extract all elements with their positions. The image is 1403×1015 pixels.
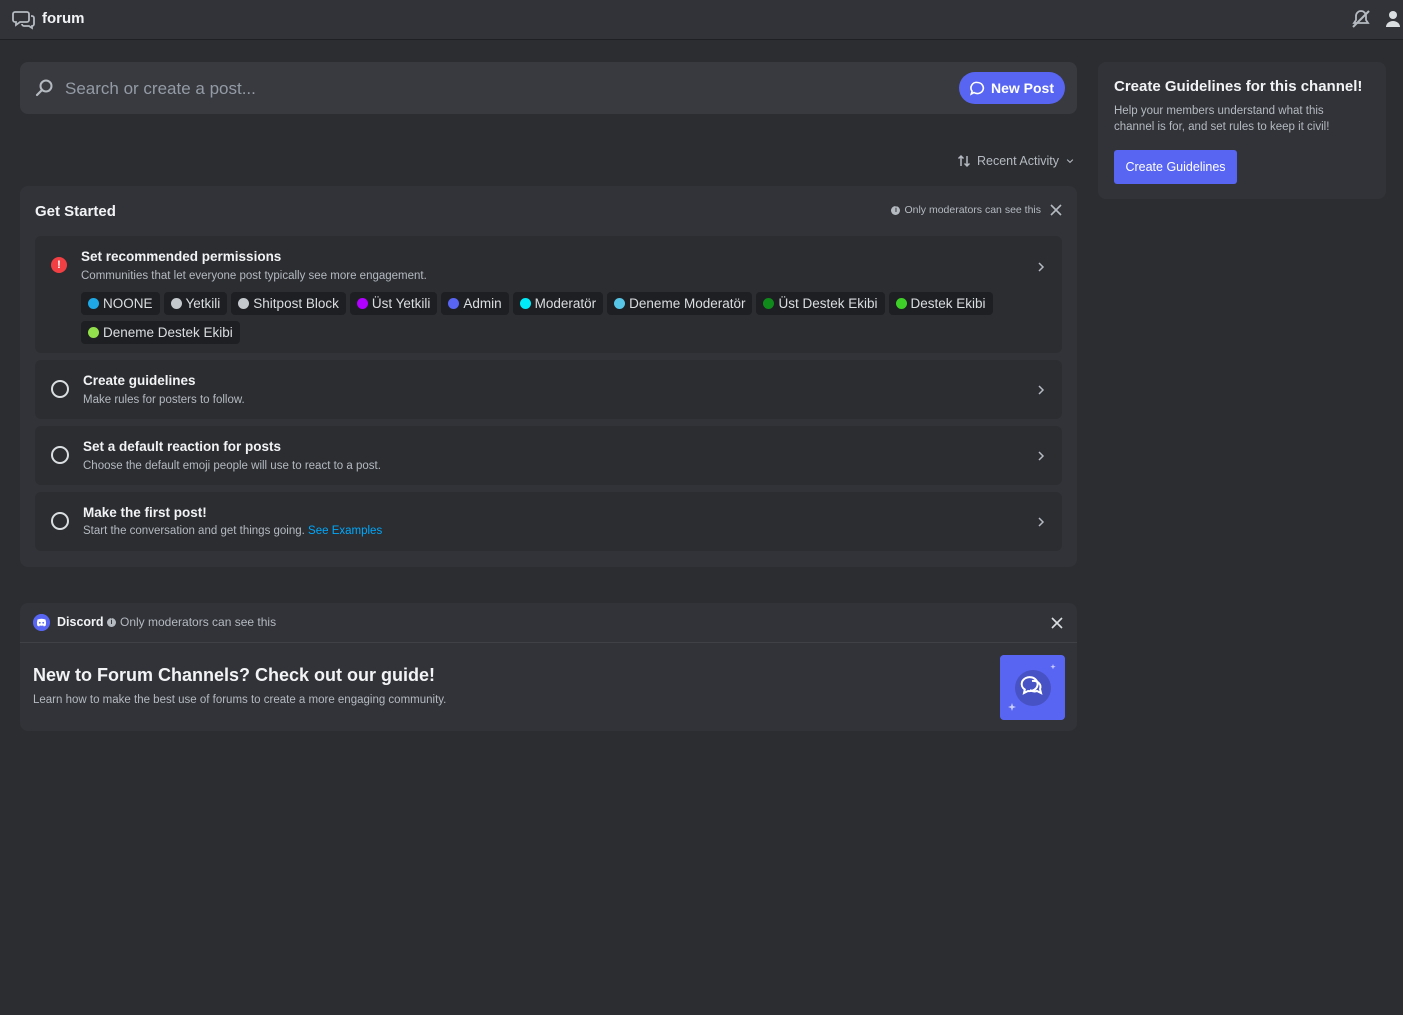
forum-chat-illustration-icon[interactable] [1000, 655, 1065, 720]
role-chip: Üst Destek Ekibi [756, 292, 885, 315]
info-icon: i [107, 617, 116, 627]
role-chip: Shitpost Block [231, 292, 346, 315]
role-color-dot [170, 298, 182, 309]
create-guidelines-button[interactable]: Create Guidelines [1114, 150, 1237, 184]
role-chip: Üst Yetkili [349, 292, 438, 315]
role-color-dot [88, 327, 99, 338]
discord-logo-icon [33, 614, 50, 631]
task-set-permissions[interactable]: ! Set recommended permissions Communitie… [35, 236, 1062, 353]
info-icon: i [891, 205, 901, 215]
role-name: Moderatör [534, 296, 597, 311]
task-title: Set recommended permissions [81, 249, 282, 264]
members-icon[interactable] [1385, 8, 1403, 30]
sort-arrows-icon [957, 154, 971, 168]
search-post-input[interactable]: Search or create a post... [20, 62, 1077, 114]
mute-notifications-icon[interactable] [1350, 8, 1372, 30]
close-icon[interactable] [1049, 203, 1063, 217]
role-chip: Destek Ekibi [888, 292, 993, 315]
chevron-down-icon [1066, 159, 1074, 164]
moderator-only-note: i Only moderators can see this [891, 204, 1041, 216]
new-post-button[interactable]: New Post [959, 72, 1065, 104]
role-color-dot [88, 298, 99, 309]
task-description: Choose the default emoji people will use… [83, 460, 381, 472]
role-chip: Moderatör [512, 292, 604, 315]
search-placeholder: Search or create a post... [65, 79, 256, 98]
role-chip: Deneme Moderatör [607, 292, 753, 315]
role-name: Shitpost Block [253, 296, 339, 311]
role-name: NOONE [103, 296, 153, 311]
role-color-dot [763, 298, 775, 309]
get-started-panel: Get Started i Only moderators can see th… [20, 186, 1077, 567]
task-create-guidelines[interactable]: Create guidelines Make rules for posters… [35, 360, 1062, 419]
task-title: Set a default reaction for posts [83, 439, 282, 454]
discord-brand-label: Discord [57, 615, 104, 629]
role-name: Deneme Destek Ekibi [103, 325, 233, 340]
see-examples-link[interactable]: See Examples [308, 525, 382, 537]
task-first-post[interactable]: Make the first post! Start the conversat… [35, 492, 1062, 551]
role-color-dot [356, 298, 368, 309]
role-name: Destek Ekibi [910, 296, 986, 311]
role-name: Admin [463, 296, 502, 311]
role-color-dot [448, 298, 460, 309]
sort-label: Recent Activity [977, 154, 1059, 168]
role-list: NOONE Yetkili Shitpost Block Üst Yetkili Adm… [81, 292, 1021, 344]
chevron-right-icon [1038, 451, 1045, 461]
task-title: Create guidelines [83, 373, 196, 388]
role-name: Üst Yetkili [371, 296, 431, 311]
create-guidelines-card: Create Guidelines for this channel! Help… [1098, 62, 1386, 199]
role-color-dot [238, 298, 250, 309]
chevron-right-icon [1038, 262, 1045, 272]
incomplete-circle-icon [51, 446, 69, 464]
moderator-only-note: i Only moderators can see this [107, 615, 276, 629]
forum-channel-icon [12, 11, 35, 30]
chat-bubble-icon [969, 81, 985, 96]
channel-title: forum [42, 10, 85, 27]
channel-header: forum [0, 0, 1403, 40]
moderator-only-label: Only moderators can see this [120, 615, 277, 629]
incomplete-circle-icon [51, 380, 69, 398]
get-started-title: Get Started [35, 203, 116, 220]
sort-dropdown[interactable]: Recent Activity [957, 152, 1075, 170]
role-color-dot [519, 298, 531, 309]
task-default-reaction[interactable]: Set a default reaction for posts Choose … [35, 426, 1062, 485]
role-color-dot [895, 298, 907, 309]
role-name: Yetkili [185, 296, 221, 311]
chevron-right-icon [1038, 385, 1045, 395]
moderator-only-label: Only moderators can see this [904, 204, 1041, 216]
guidelines-card-title: Create Guidelines for this channel! [1114, 78, 1363, 95]
task-title: Make the first post! [83, 505, 207, 520]
warning-icon: ! [51, 257, 67, 273]
search-icon [35, 79, 53, 97]
guide-title: New to Forum Channels? Check out our gui… [33, 665, 436, 685]
role-chip: Yetkili [163, 292, 228, 315]
incomplete-circle-icon [51, 512, 69, 530]
close-icon[interactable] [1050, 616, 1064, 630]
role-name: Üst Destek Ekibi [778, 296, 878, 311]
guide-description: Learn how to make the best use of forums… [33, 694, 447, 706]
role-color-dot [614, 298, 626, 309]
guidelines-card-description: Help your members understand what this c… [1114, 105, 1330, 133]
role-name: Deneme Moderatör [629, 296, 746, 311]
task-description: Communities that let everyone post typic… [81, 270, 427, 282]
forum-guide-card: Discord i Only moderators can see this N… [20, 603, 1077, 731]
guide-card-header: Discord i Only moderators can see this [20, 603, 1077, 643]
task-description: Start the conversation and get things go… [83, 525, 382, 537]
chevron-right-icon [1038, 517, 1045, 527]
role-chip: NOONE [81, 292, 160, 315]
new-post-label: New Post [990, 80, 1054, 96]
role-chip: Admin [441, 292, 509, 315]
task-description: Make rules for posters to follow. [83, 394, 245, 406]
task-description-text: Start the conversation and get things go… [83, 525, 305, 537]
role-chip: Deneme Destek Ekibi [81, 321, 240, 344]
